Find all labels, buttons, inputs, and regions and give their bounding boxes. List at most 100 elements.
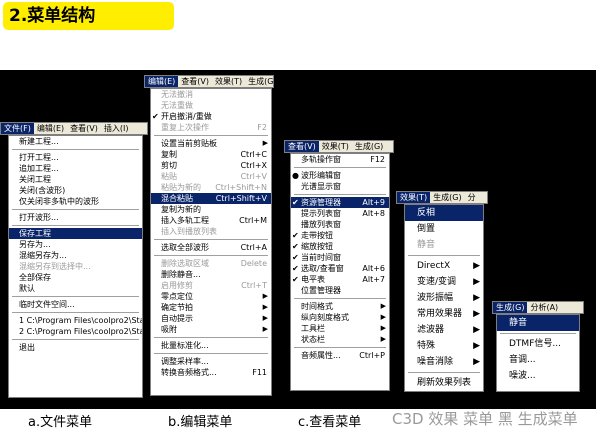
- menu-item-label: 多轨操作窗: [301, 155, 341, 164]
- menu-item[interactable]: 多轨操作窗 F12: [291, 154, 389, 165]
- menu-item[interactable]: 退出: [9, 342, 142, 353]
- menu-item-label: 滤波器: [417, 325, 445, 335]
- menu-item[interactable]: 打开波形...: [9, 212, 142, 223]
- menu-item[interactable]: 光谱显示窗: [291, 181, 389, 192]
- menu-item-label: 插入到播放列表: [161, 227, 217, 236]
- menu-item[interactable]: ✔ 走带按钮: [291, 230, 389, 241]
- radio-dot-icon: ●: [292, 171, 299, 180]
- menu-item[interactable]: 噪音消除 ▶: [405, 354, 483, 370]
- menu-item[interactable]: 滤波器 ▶: [405, 322, 483, 338]
- menu-item[interactable]: 倒置: [405, 221, 483, 237]
- menu-item[interactable]: 保存工程: [9, 228, 142, 239]
- menu-item[interactable]: 噪波...: [497, 368, 579, 384]
- menu-item[interactable]: 混缩另存到选择中...: [9, 261, 142, 272]
- menubar-item-edit[interactable]: 编辑(E): [34, 123, 67, 134]
- menu-item[interactable]: 复制为新的: [151, 204, 271, 215]
- menu-item[interactable]: 关闭工程: [9, 174, 142, 185]
- menubar-item-view[interactable]: 查看(V): [178, 76, 212, 87]
- menubar-item-effects[interactable]: 效果(T): [397, 192, 431, 203]
- menubar-item-generate[interactable]: 生成(G): [493, 302, 528, 313]
- menubar-item-view[interactable]: 查看(V): [67, 123, 101, 134]
- menu-item[interactable]: 剪切 Ctrl+X: [151, 160, 271, 171]
- menubar-item-file[interactable]: 文件(F): [1, 123, 34, 134]
- menubar-item-analyze[interactable]: 分析(A): [527, 302, 561, 313]
- menu-item[interactable]: 转换音频格式... F11: [151, 367, 271, 378]
- menubar-item-analyze[interactable]: 分: [465, 192, 479, 203]
- menubar-item-insert[interactable]: 插入(I): [101, 123, 132, 134]
- menu-item[interactable]: 插入多轨工程 Ctrl+M: [151, 215, 271, 226]
- menu-item[interactable]: DTMF信号...: [497, 336, 579, 352]
- menu-item[interactable]: ✔ 当前时间窗: [291, 252, 389, 263]
- menu-item[interactable]: ✔ 选取/查看窗 Alt+6: [291, 263, 389, 274]
- submenu-arrow-icon: ▶: [380, 335, 386, 343]
- menu-item[interactable]: 仅关闭非多轨中的波形: [9, 196, 142, 207]
- menu-item[interactable]: 重复上次操作 F2: [151, 122, 271, 133]
- menubar-item-edit[interactable]: 编辑(E): [145, 76, 179, 87]
- menu-item[interactable]: 选取全部波形 Ctrl+A: [151, 242, 271, 253]
- menu-item[interactable]: 提示列表窗 Alt+8: [291, 208, 389, 219]
- menu-item[interactable]: 静音: [497, 315, 579, 331]
- menu-item[interactable]: 变速/变调 ▶: [405, 274, 483, 290]
- menu-item-label: 重复上次操作: [161, 123, 209, 132]
- menubar-item-effects[interactable]: 效果(T): [319, 141, 352, 152]
- menu-item[interactable]: 打开工程...: [9, 152, 142, 163]
- menu-item[interactable]: 混合粘贴 Ctrl+Shift+V: [151, 193, 271, 204]
- shortcut-label: Alt+7: [362, 275, 385, 284]
- menu-item[interactable]: 无法撤消: [151, 89, 271, 100]
- menu-item[interactable]: ✔ 资源管理器 Alt+9: [291, 197, 389, 208]
- menu-item[interactable]: 删除选取区域 Delete: [151, 258, 271, 269]
- menu-item[interactable]: 删除静音...: [151, 269, 271, 280]
- menu-item[interactable]: 复制 Ctrl+C: [151, 149, 271, 160]
- menu-item[interactable]: 纵向刻度格式 ▶: [291, 312, 389, 323]
- menu-item[interactable]: 无法重做: [151, 100, 271, 111]
- menu-item[interactable]: 播放列表窗: [291, 219, 389, 230]
- menu-item[interactable]: ✔ 电平表 Alt+7: [291, 274, 389, 285]
- menu-item[interactable]: 零点定位 ▶: [151, 291, 271, 302]
- menu-item[interactable]: 波形振幅 ▶: [405, 290, 483, 306]
- menu-item[interactable]: 设置当前剪贴板 ▶: [151, 138, 271, 149]
- menu-item[interactable]: 粘贴为新的 Ctrl+Shift+N: [151, 182, 271, 193]
- menu-item[interactable]: 插入到播放列表: [151, 226, 271, 237]
- menu-separator: [12, 339, 139, 340]
- menu-item[interactable]: 2 C:\Program Files\coolpro2\Startu: [9, 326, 142, 337]
- menu-item[interactable]: ● 波形编辑窗: [291, 170, 389, 181]
- menu-item[interactable]: 刷新效果列表: [405, 375, 483, 391]
- menu-item[interactable]: 1 C:\Program Files\coolpro2\Startu: [9, 315, 142, 326]
- menu-item[interactable]: 吸附 ▶: [151, 324, 271, 335]
- menu-item[interactable]: 新建工程...: [9, 136, 142, 147]
- menu-item[interactable]: 时间格式 ▶: [291, 301, 389, 312]
- menubar-item-generate[interactable]: 生成(G): [352, 141, 386, 152]
- menu-item[interactable]: 音调...: [497, 352, 579, 368]
- menu-item[interactable]: ✔ 开启撤消/重做: [151, 111, 271, 122]
- menu-item[interactable]: 反相: [405, 205, 483, 221]
- menu-item[interactable]: 静音: [405, 237, 483, 253]
- menubar-item-view[interactable]: 查看(V): [285, 141, 319, 152]
- menu-item[interactable]: ✔ 缩放按钮: [291, 241, 389, 252]
- menu-item[interactable]: 特殊 ▶: [405, 338, 483, 354]
- menu-item[interactable]: 确定节拍 ▶: [151, 302, 271, 313]
- menu-item-label: DTMF信号...: [509, 339, 561, 349]
- menu-item[interactable]: 另存为...: [9, 239, 142, 250]
- menu-item[interactable]: 默认: [9, 283, 142, 294]
- menu-item[interactable]: 启用修剪 Ctrl+T: [151, 280, 271, 291]
- menu-item[interactable]: 位置管理器: [291, 285, 389, 296]
- menu-item[interactable]: 批量标准化...: [151, 340, 271, 351]
- menu-item[interactable]: 追加工程...: [9, 163, 142, 174]
- menu-item[interactable]: 粘贴 Ctrl+V: [151, 171, 271, 182]
- menubar-item-generate[interactable]: 生成(G): [245, 76, 273, 87]
- menu-item[interactable]: 音频属性... Ctrl+P: [291, 350, 389, 361]
- menu-item[interactable]: 全部保存: [9, 272, 142, 283]
- menu-item[interactable]: 混缩另存为...: [9, 250, 142, 261]
- menu-item[interactable]: 关闭(含波形): [9, 185, 142, 196]
- menu-item[interactable]: 工具栏 ▶: [291, 323, 389, 334]
- menu-item[interactable]: 常用效果器 ▶: [405, 306, 483, 322]
- menu-item-label: 1 C:\Program Files\coolpro2\Startu: [19, 316, 143, 325]
- menubar-item-effects[interactable]: 效果(T): [212, 76, 245, 87]
- menu-item-label: 无法撤消: [161, 90, 193, 99]
- menu-item[interactable]: 自动提示 ▶: [151, 313, 271, 324]
- menu-item[interactable]: 临时文件空间...: [9, 299, 142, 310]
- menubar-item-generate[interactable]: 生成(G): [430, 192, 464, 203]
- menu-item[interactable]: 调整采样率...: [151, 356, 271, 367]
- menu-item[interactable]: DirectX ▶: [405, 258, 483, 274]
- menu-item[interactable]: 状态栏 ▶: [291, 334, 389, 345]
